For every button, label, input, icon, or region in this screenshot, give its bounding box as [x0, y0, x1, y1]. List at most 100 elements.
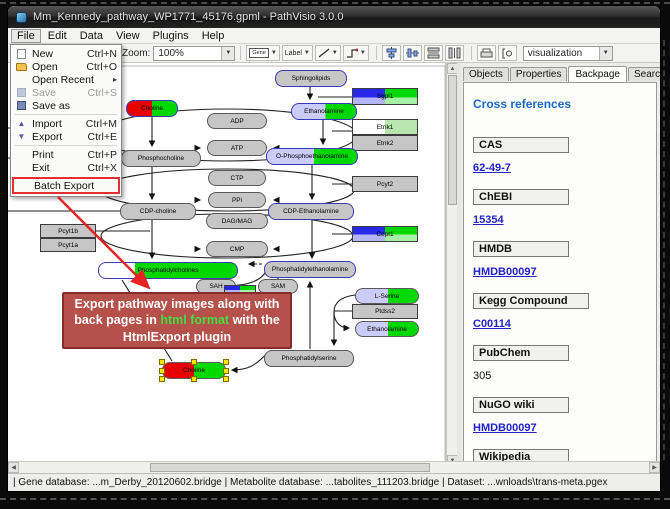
pathway-node-label: Pcyt2 [377, 181, 393, 188]
pathway-node-cmp[interactable]: CMP [206, 241, 268, 257]
line-icon [318, 48, 330, 58]
chevron-down-icon[interactable]: ▼ [599, 47, 612, 60]
pathway-node-pcyt1b[interactable]: Pcyt1b [40, 224, 96, 238]
xref-link[interactable]: HMDB00097 [473, 266, 537, 278]
align-center-y-button[interactable] [403, 45, 422, 61]
xref-link[interactable]: 62-49-7 [473, 162, 511, 174]
pathvisio-window: Mm_Kennedy_pathway_WP1771_45176.gpml - P… [8, 6, 660, 491]
pathway-node-label: Etnk2 [377, 140, 394, 147]
canvas-vertical-scrollbar[interactable]: ▲ ▼ [446, 63, 457, 467]
new-label-button[interactable]: Label ▼ [282, 45, 313, 61]
submenu-arrow-icon: ▸ [113, 75, 117, 84]
menu-data[interactable]: Data [74, 29, 109, 43]
pathway-node-etnk1[interactable]: Etnk1 [352, 119, 418, 135]
xref-link[interactable]: C00114 [473, 318, 511, 330]
pathway-node-label: Cept1 [376, 231, 393, 238]
torn-edge-top [0, 2, 670, 4]
selection-handle[interactable] [191, 359, 197, 365]
selection-handle[interactable] [159, 376, 165, 382]
selection-handle[interactable] [223, 359, 229, 365]
chevron-down-icon[interactable]: ▼ [271, 50, 277, 56]
tab-search[interactable]: Search [628, 67, 660, 81]
align-center-x-button[interactable] [382, 45, 401, 61]
chevron-down-icon[interactable]: ▼ [221, 47, 234, 60]
tab-backpage[interactable]: Backpage [568, 66, 626, 82]
distribute-horizontal-button[interactable] [424, 45, 443, 61]
printer-icon [480, 48, 493, 59]
menu-item-batch-export[interactable]: Batch Export [12, 177, 120, 194]
selection-handle[interactable] [191, 376, 197, 382]
pathway-node-ptdss2[interactable]: Ptdss2 [352, 304, 418, 319]
pathway-node-dag-mag[interactable]: DAG/MAG [206, 213, 268, 229]
menu-item-export[interactable]: ▼ Export Ctrl+E [12, 130, 120, 143]
scroll-right-icon[interactable]: ▶ [649, 462, 660, 473]
pathway-node-sphingolipids[interactable]: Sphingolipids [275, 70, 347, 87]
print-button[interactable] [477, 45, 496, 61]
pathway-node-phosphatidylcholines[interactable]: Phosphatidylcholines [98, 262, 238, 279]
visualization-combobox[interactable]: visualization ▼ [523, 46, 613, 61]
menu-item-open-recent[interactable]: Open Recent ▸ [12, 73, 120, 86]
torn-edge-bottom [0, 498, 670, 500]
toolbar-separator [240, 46, 241, 60]
pathway-node-label: Ethanolamine [367, 326, 407, 333]
menu-edit[interactable]: Edit [42, 29, 73, 43]
pathway-node-cdp-choline[interactable]: CDP-choline [120, 203, 196, 220]
pathway-node-atp[interactable]: ATP [207, 140, 267, 156]
pathway-node-ethanolamine-top[interactable]: Ethanolamine [291, 103, 357, 120]
pathway-node-label: CDP-Ethanolamine [283, 208, 339, 215]
selection-handle[interactable] [223, 368, 229, 374]
pathway-node-pcyt1a[interactable]: Pcyt1a [40, 238, 96, 252]
xref-link[interactable]: 15354 [473, 214, 504, 226]
horizontal-scrollbar[interactable]: ◀ ▶ [8, 461, 660, 473]
pathway-node-cdp-ethanolamine[interactable]: CDP-Ethanolamine [268, 203, 354, 220]
chevron-down-icon[interactable]: ▼ [332, 50, 338, 56]
tab-properties[interactable]: Properties [510, 67, 568, 81]
selection-handle[interactable] [159, 359, 165, 365]
section-header-chebi: ChEBI [473, 189, 569, 205]
pathway-node-l-serine[interactable]: L-Serine [355, 288, 419, 304]
backpage-section: HMDB HMDB00097 [473, 241, 648, 280]
pathway-node-phosphatidylethanolamine[interactable]: Phosphatidylethanolamine [264, 261, 356, 278]
xref-link[interactable]: HMDB00097 [473, 422, 537, 434]
menu-item-print[interactable]: Print Ctrl+P [12, 148, 120, 161]
xref-value: 305 [473, 370, 491, 382]
menu-file[interactable]: File [11, 29, 41, 43]
horizontal-scroll-thumb[interactable] [150, 463, 430, 472]
pathway-node-cept1[interactable]: Cept1 [352, 226, 418, 242]
menu-item-exit[interactable]: Exit Ctrl+X [12, 161, 120, 174]
chevron-down-icon[interactable]: ▼ [360, 50, 366, 56]
chevron-down-icon[interactable]: ▼ [304, 50, 310, 56]
pathway-node-o-phosphoethanolamine[interactable]: O-Phosphoethanolamine [266, 148, 358, 165]
side-panel-tabs: Objects Properties Backpage Search Legen… [463, 65, 660, 81]
new-datanode-button[interactable]: Gene ▼ [246, 45, 279, 61]
pathway-node-phosphatidylserine[interactable]: Phosphatidylserine [264, 350, 354, 367]
zoom-combobox[interactable]: 100% ▼ [153, 46, 235, 61]
pathway-node-pcyt2[interactable]: Pcyt2 [352, 176, 418, 192]
menu-plugins[interactable]: Plugins [147, 29, 195, 43]
pathway-node-choline-top[interactable]: Choline [126, 100, 178, 117]
pathway-node-phosphocholine[interactable]: Phosphocholine [121, 150, 201, 167]
highlight-button[interactable] [498, 45, 517, 61]
selection-handle[interactable] [223, 376, 229, 382]
pathway-node-sgpl1[interactable]: Sgpl1 [352, 88, 418, 105]
distribute-vertical-button[interactable] [445, 45, 464, 61]
pathway-node-ctp[interactable]: CTP [208, 170, 266, 186]
new-connector-button[interactable]: ▼ [343, 45, 369, 61]
pathway-node-etnk2[interactable]: Etnk2 [352, 135, 418, 151]
menu-help[interactable]: Help [196, 29, 231, 43]
vertical-scroll-thumb[interactable] [448, 75, 457, 205]
pathway-node-ppi[interactable]: PPi [208, 192, 266, 208]
tab-objects[interactable]: Objects [463, 67, 509, 81]
pathway-node-label: CMP [230, 246, 244, 253]
menu-item-new[interactable]: New Ctrl+N [12, 47, 120, 60]
pathway-node-adp[interactable]: ADP [207, 113, 267, 129]
selection-handle[interactable] [159, 368, 165, 374]
new-line-button[interactable]: ▼ [315, 45, 341, 61]
menu-view[interactable]: View [110, 29, 146, 43]
pathway-node-label: Sphingolipids [292, 75, 331, 82]
menu-item-import[interactable]: ▲ Import Ctrl+M [12, 117, 120, 130]
menu-item-open[interactable]: Open Ctrl+O [12, 60, 120, 73]
scroll-left-icon[interactable]: ◀ [8, 462, 19, 473]
menu-item-save-as[interactable]: Save as [12, 99, 120, 112]
pathway-node-ethanolamine-bottom[interactable]: Ethanolamine [355, 321, 419, 337]
